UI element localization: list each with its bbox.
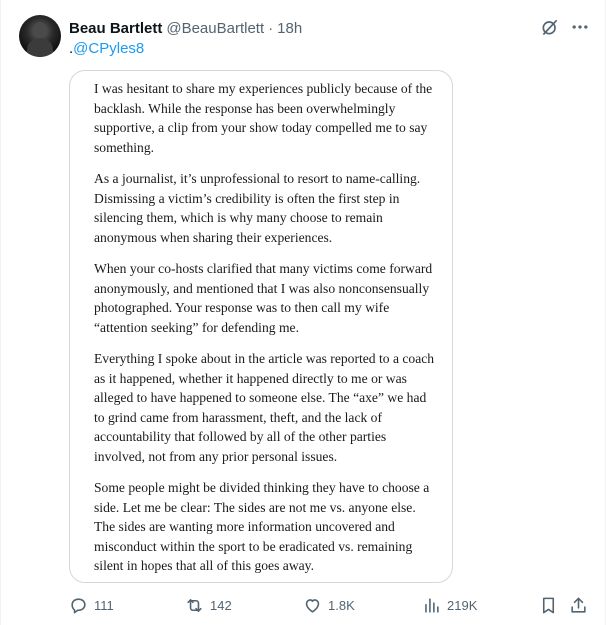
repost-button[interactable]: 142 (185, 594, 232, 616)
letter-text: I was hesitant to share my experiences p… (94, 79, 439, 582)
views-button[interactable]: 219K (422, 594, 477, 616)
avatar-body (27, 38, 53, 57)
view-count: 219K (447, 597, 478, 613)
share-button[interactable] (569, 594, 588, 616)
letter-paragraph-3: When your co-hosts clarified that many v… (94, 261, 433, 335)
like-count: 1.8K (328, 597, 355, 613)
repost-count: 142 (210, 597, 232, 613)
display-name[interactable]: Beau Bartlett (69, 20, 162, 37)
more-icon[interactable] (569, 16, 591, 38)
share-icon (571, 597, 586, 613)
mention-link[interactable]: @CPyles8 (73, 40, 144, 57)
grok-icon[interactable] (539, 16, 561, 38)
like-button[interactable]: 1.8K (303, 594, 355, 616)
timestamp[interactable]: 18h (277, 20, 302, 37)
letter-paragraph-5: Some people might be divided thinking th… (94, 480, 430, 573)
letter-paragraph-4: Everything I spoke about in the article … (94, 351, 435, 464)
avatar-head (33, 22, 47, 39)
reply-count: 111 (94, 597, 114, 613)
repost-icon (187, 598, 202, 612)
letter-paragraph-2: As a journalist, it’s unprofessional to … (94, 171, 421, 245)
action-bar: 111 142 1.8K 219K (69, 594, 593, 616)
separator-dot: · (268, 19, 274, 37)
reply-icon (71, 597, 86, 613)
bookmark-icon (542, 597, 555, 613)
letter-paragraph-1: I was hesitant to share my experiences p… (94, 81, 433, 155)
attached-image[interactable]: I was hesitant to share my experiences p… (69, 70, 453, 583)
avatar[interactable] (19, 15, 61, 57)
tweet[interactable]: Beau Bartlett @BeauBartlett · 18h .@CPyl… (0, 0, 606, 625)
reply-button[interactable]: 111 (69, 594, 114, 616)
views-icon (425, 597, 439, 613)
tweet-text: .@CPyles8 (69, 40, 144, 57)
user-handle[interactable]: @BeauBartlett (166, 20, 264, 37)
like-icon (305, 598, 320, 613)
tweet-header: Beau Bartlett @BeauBartlett · 18h (69, 18, 302, 38)
top-icons (539, 16, 591, 38)
bookmark-button[interactable] (539, 594, 558, 616)
